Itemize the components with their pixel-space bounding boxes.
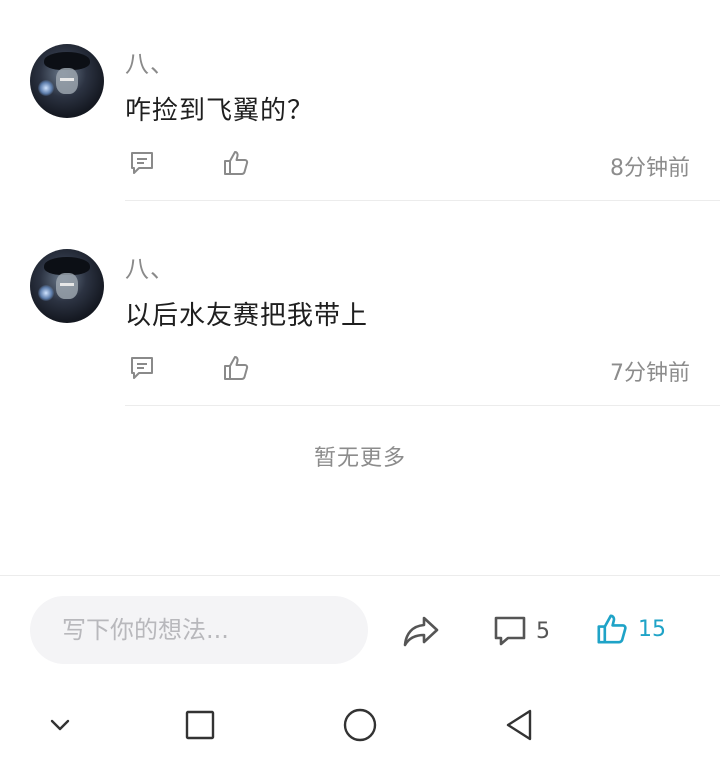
comment-reply-icon bbox=[131, 152, 153, 174]
circle-icon bbox=[343, 708, 377, 742]
comment-actions: 8分钟前 bbox=[125, 146, 690, 182]
comment-time: 8分钟前 bbox=[610, 156, 690, 181]
thumbs-up-icon bbox=[224, 151, 249, 175]
comment-reply-icon bbox=[131, 357, 153, 379]
comment-bar: 5 15 bbox=[0, 575, 720, 685]
nav-recents-button[interactable] bbox=[180, 705, 220, 745]
avatar[interactable] bbox=[30, 249, 104, 323]
divider bbox=[125, 200, 720, 201]
share-arrow-icon bbox=[403, 616, 439, 647]
comment-text: 咋捡到飞翼的？ bbox=[125, 96, 315, 126]
comment-actions: 7分钟前 bbox=[125, 351, 690, 387]
chevron-down-icon bbox=[50, 719, 70, 731]
like-button[interactable] bbox=[219, 351, 253, 385]
reply-button[interactable] bbox=[125, 146, 159, 180]
likes-button[interactable]: 15 bbox=[594, 608, 666, 650]
like-button[interactable] bbox=[219, 146, 253, 180]
nav-home-button[interactable] bbox=[340, 705, 380, 745]
avatar[interactable] bbox=[30, 44, 104, 118]
comment-text: 以后水友赛把我带上 bbox=[125, 301, 369, 331]
comment-input[interactable] bbox=[30, 596, 368, 664]
comment-time: 7分钟前 bbox=[610, 361, 690, 386]
share-button[interactable] bbox=[400, 610, 442, 652]
comment-username[interactable]: 八、 bbox=[125, 249, 175, 284]
list-end-text: 暂无更多 bbox=[313, 446, 406, 471]
system-nav-bar bbox=[0, 685, 720, 763]
comment-username[interactable]: 八、 bbox=[125, 44, 175, 79]
nav-back-button[interactable] bbox=[500, 705, 540, 745]
nav-hide-button[interactable] bbox=[40, 705, 80, 745]
thumbs-up-icon bbox=[597, 614, 627, 644]
comments-button[interactable]: 5 bbox=[492, 610, 550, 652]
comment-count: 5 bbox=[536, 618, 550, 644]
triangle-back-icon bbox=[506, 709, 532, 741]
divider bbox=[125, 405, 720, 406]
square-icon bbox=[185, 710, 215, 740]
reply-button[interactable] bbox=[125, 351, 159, 385]
like-count: 15 bbox=[638, 616, 666, 642]
thumbs-up-icon bbox=[224, 356, 249, 380]
speech-bubble-icon bbox=[494, 616, 526, 646]
